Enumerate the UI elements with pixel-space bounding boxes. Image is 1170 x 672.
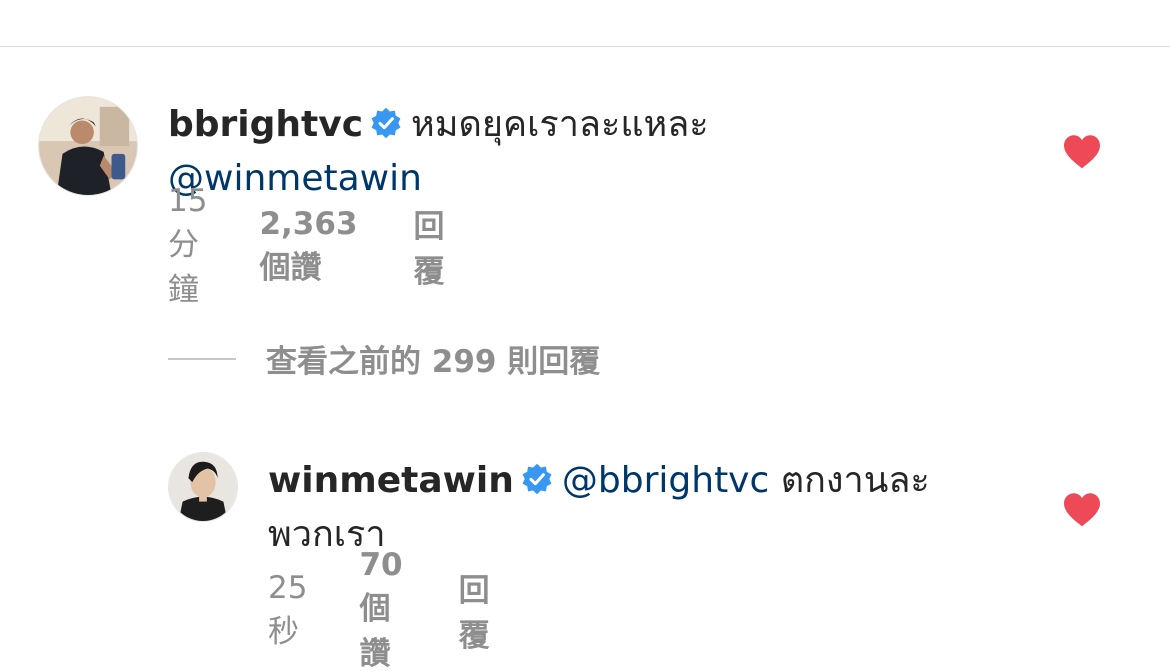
reply-meta: 25 秒 70 個讚 回覆 (268, 547, 490, 672)
divider-line (168, 357, 236, 360)
mention-link[interactable]: @bbrightvc (562, 460, 769, 501)
heart-icon[interactable] (1062, 134, 1102, 170)
comment-body: หมดยุคเราละแหละ (411, 104, 709, 145)
verified-badge-icon (520, 458, 554, 495)
reply-button[interactable]: 回覆 (459, 565, 490, 655)
avatar-winmetawin[interactable] (168, 452, 238, 522)
comment-meta: 15 分鐘 2,363 個讚 回覆 (168, 183, 445, 308)
avatar-image (39, 97, 137, 195)
reply-likes[interactable]: 70 個讚 (359, 547, 402, 672)
heart-icon[interactable] (1062, 492, 1102, 528)
comment-text: bbrightvc หมดยุคเราละแหละ @winmetawin (168, 98, 1028, 206)
view-previous-replies-button[interactable]: 查看之前的 299 則回覆 (168, 336, 600, 381)
avatar-bbrightvc[interactable] (38, 96, 138, 196)
username[interactable]: bbrightvc (168, 104, 363, 145)
reply-body-line1: ตกงานละ (780, 460, 930, 501)
comment-time[interactable]: 15 分鐘 (168, 183, 207, 309)
view-replies-label: 查看之前的 299 則回覆 (266, 344, 601, 380)
reply-time[interactable]: 25 秒 (268, 570, 307, 651)
verified-badge-icon (369, 102, 403, 139)
reply-button[interactable]: 回覆 (414, 201, 445, 291)
top-divider (0, 46, 1170, 47)
reply-text: winmetawin @bbrightvc ตกงานละ พวกเรา (268, 454, 1028, 562)
comment-likes[interactable]: 2,363 個讚 (259, 206, 357, 287)
avatar-image (169, 453, 237, 521)
username[interactable]: winmetawin (268, 460, 514, 501)
